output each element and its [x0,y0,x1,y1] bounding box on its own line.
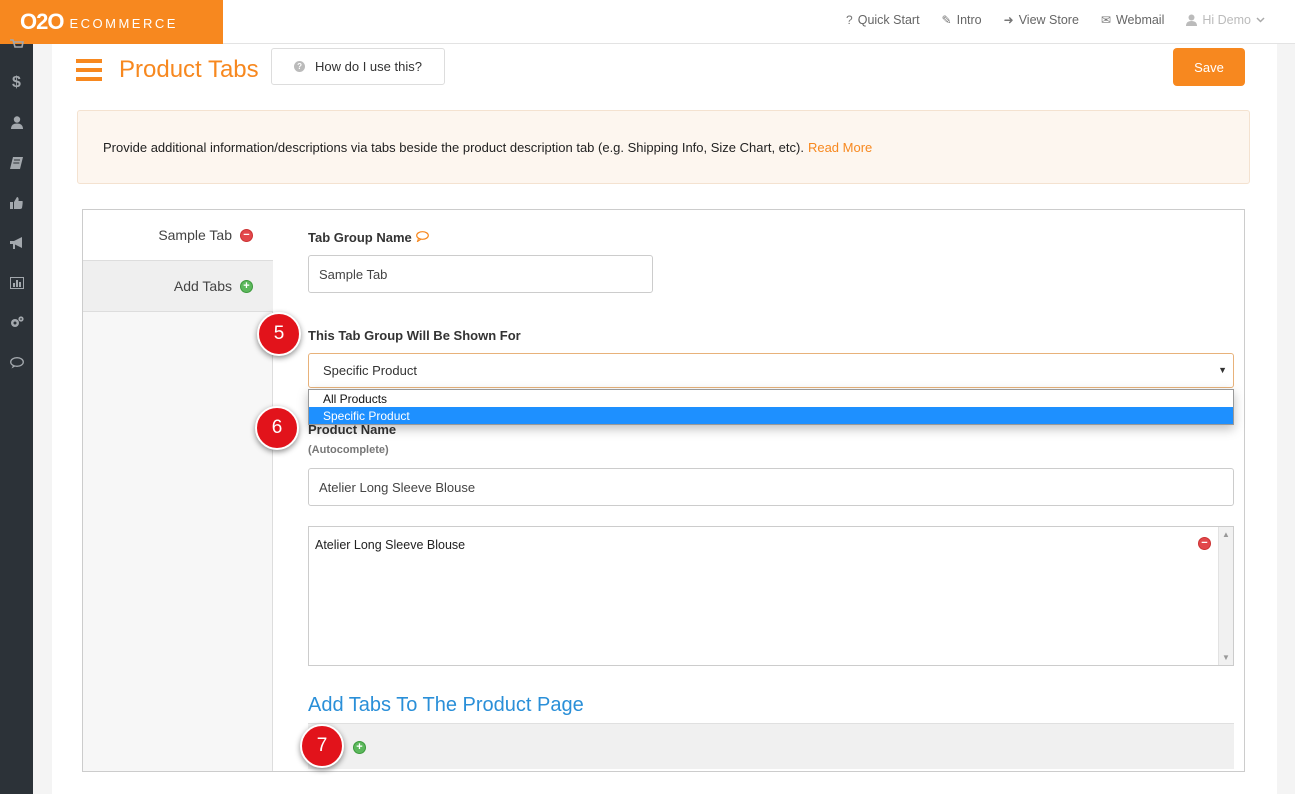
option-all-products[interactable]: All Products [309,390,1233,407]
info-box: Provide additional information/descripti… [77,110,1250,184]
wand-icon: ✎ [941,13,952,27]
side-rail: $ [0,39,33,794]
dollar-icon[interactable]: $ [0,74,33,92]
product-name-input[interactable]: Atelier Long Sleeve Blouse [308,468,1234,506]
sign-in-icon: ➜ [1003,13,1014,27]
group-name-input[interactable]: Sample Tab [308,255,653,293]
add-icon[interactable]: + [353,741,366,754]
step-badge-7: 7 [300,724,344,768]
tab-sample-tab[interactable]: Sample Tab − [83,210,273,261]
scrollbar[interactable]: ▲ ▼ [1218,527,1233,665]
nav-webmail[interactable]: ✉ Webmail [1101,13,1164,27]
autocomplete-hint: (Autocomplete) [308,444,389,456]
nav-intro[interactable]: ✎ Intro [942,13,982,27]
step-badge-6: 6 [255,406,299,450]
nav-label: Quick Start [857,13,920,27]
megaphone-icon[interactable] [0,236,33,252]
add-icon[interactable]: + [240,279,253,293]
cart-icon[interactable] [0,38,33,54]
thumbs-up-icon[interactable] [0,196,33,212]
caret-down-icon: ▼ [1218,365,1227,375]
option-specific-product[interactable]: Specific Product [309,407,1233,424]
info-text: Provide additional information/descripti… [103,139,804,155]
add-tabs-title: Add Tabs To The Product Page [308,694,584,716]
shown-for-dropdown: All Products Specific Product [308,389,1234,425]
nav-quick-start[interactable]: ? Quick Start [846,13,920,27]
main-content: Product Tabs ? How do I use this? Save P… [52,44,1277,794]
nav-label: Intro [956,13,982,27]
help-label: How do I use this? [315,59,422,74]
remove-icon[interactable]: − [240,228,253,242]
tab-add-tabs[interactable]: Add Tabs + [83,261,273,312]
page-title: Product Tabs [119,56,259,83]
scroll-up-icon[interactable]: ▲ [1222,530,1230,539]
envelope-icon: ✉ [1100,13,1111,27]
list-icon [76,59,102,81]
chevron-down-icon [1256,17,1265,23]
list-item: Atelier Long Sleeve Blouse [315,538,466,552]
top-bar: O2O ECOMMERCE ? Quick Start ✎ Intro ➜ Vi… [0,0,1295,44]
app-window: O2O ECOMMERCE ? Quick Start ✎ Intro ➜ Vi… [0,0,1295,794]
chart-icon[interactable] [0,276,33,292]
help-button[interactable]: ? How do I use this? [271,48,445,85]
top-nav: ? Quick Start ✎ Intro ➜ View Store ✉ Web… [846,0,1265,40]
save-button[interactable]: Save [1173,48,1245,86]
tab-list: Sample Tab − Add Tabs + [83,210,273,771]
selected-products-list[interactable]: Atelier Long Sleeve Blouse − ▲ ▼ [308,526,1234,666]
comment-icon[interactable] [415,231,429,245]
question-icon: ? [294,61,306,72]
shown-for-select[interactable]: Specific Product ▼ [308,353,1234,388]
logo[interactable]: O2O ECOMMERCE [0,0,223,44]
tab-label: Sample Tab [158,227,232,243]
gears-icon[interactable] [0,316,33,332]
nav-label: View Store [1018,13,1079,27]
nav-label: Webmail [1115,13,1165,27]
nav-view-store[interactable]: ➜ View Store [1004,13,1079,27]
user-label: Hi Demo [1202,13,1251,27]
tab-editor-panel: Sample Tab − Add Tabs + Tab Group Name S… [82,209,1245,772]
select-value: Specific Product [323,363,417,378]
remove-icon[interactable]: − [1198,537,1211,550]
user-icon [1186,14,1198,26]
read-more-link[interactable]: Read More [808,140,872,155]
book-icon[interactable] [0,156,33,172]
step-badge-5: 5 [257,312,301,356]
add-tab-row: + [308,723,1234,769]
comment-icon[interactable] [0,356,33,372]
logo-sub: ECOMMERCE [69,16,178,31]
scroll-down-icon[interactable]: ▼ [1222,653,1230,662]
question-icon: ? [846,13,853,27]
shown-for-label: This Tab Group Will Be Shown For [308,328,521,343]
user-menu[interactable]: Hi Demo [1186,13,1265,27]
tab-label: Add Tabs [173,278,232,294]
page-header: Product Tabs [76,50,259,90]
user-icon[interactable] [0,116,33,132]
logo-main: O2O [20,9,64,34]
group-name-label: Tab Group Name [308,230,429,245]
